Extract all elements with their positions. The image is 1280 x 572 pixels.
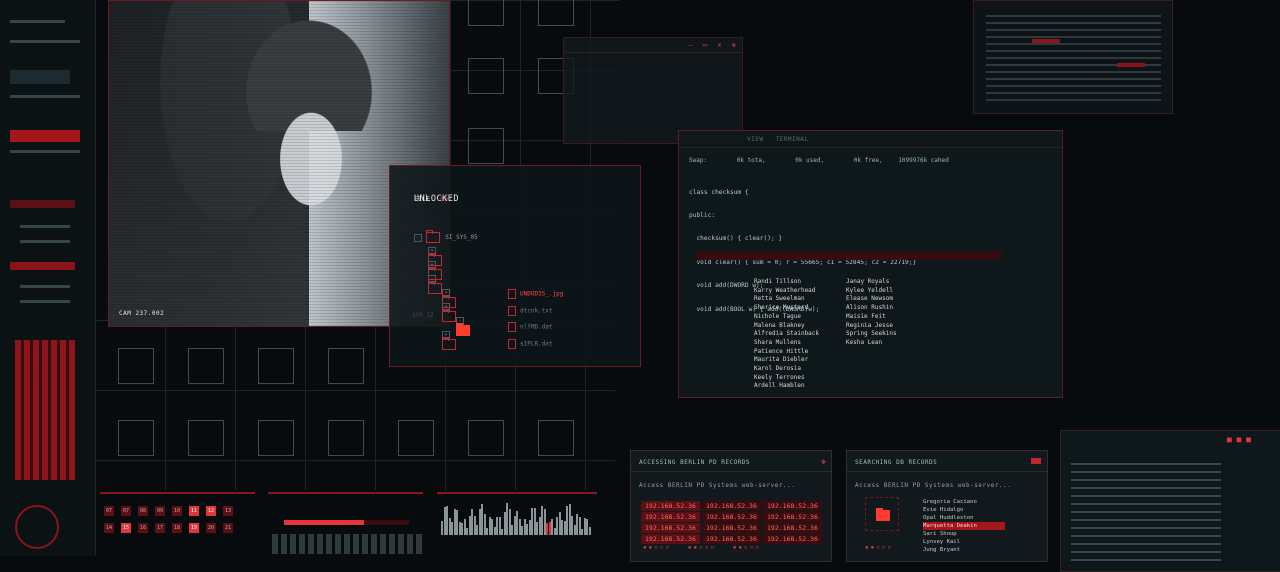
keypad-key[interactable]: 18: [172, 523, 182, 533]
file-item-selected[interactable]: UNDOD3S_.jpg: [508, 289, 563, 299]
tab-view[interactable]: VIEW: [747, 136, 763, 143]
tab-terminal[interactable]: TERMINAL: [776, 136, 809, 143]
names-column-2: Janay Royals Kylee Yeldell Elease Newsom…: [846, 278, 897, 346]
keypad-key[interactable]: 11: [189, 506, 199, 516]
highlight-bar: [697, 251, 1002, 260]
ip-column-1: 192.168.52.36 192.168.52.36 192.168.52.3…: [641, 501, 700, 545]
terminal-tabs: VIEW TERMINAL: [747, 136, 808, 143]
left-sidebar: [0, 0, 96, 556]
waveform-panel: [437, 492, 597, 558]
slider-panel: [268, 492, 423, 558]
keypad-key[interactable]: 13: [223, 506, 233, 516]
floating-window: – ▭ ✕ ✥: [563, 37, 743, 144]
keypad-key[interactable]: 16: [138, 523, 148, 533]
tree-node[interactable]: +: [442, 331, 456, 350]
file-icon: [508, 338, 516, 349]
search-names: Gregoria Caciano Evie Hidalgo Opal Huddl…: [923, 498, 1005, 554]
keypad-key[interactable]: 14: [104, 523, 114, 533]
folder-open-icon: [456, 323, 470, 336]
names-column-1: Randi Tillson Karry Weatherhead Retta Sw…: [754, 278, 820, 390]
keypad-key[interactable]: 17: [155, 523, 165, 533]
folder-icon: [425, 230, 440, 243]
cell-grid: [272, 534, 422, 554]
berlin-subtitle: Access BERLIN PD Systems web-server...: [639, 482, 796, 489]
root-folder-label: SI_SYS_05: [445, 234, 478, 241]
unlocked-status: UNLOCKED: [414, 194, 459, 204]
highlighted-record[interactable]: Marquetta Deakin: [923, 522, 1005, 530]
slider-track[interactable]: [284, 520, 409, 525]
status-indicator: [1031, 458, 1041, 464]
file-item[interactable]: dtcnk.txt: [508, 305, 563, 316]
keypad-key[interactable]: 21: [223, 523, 233, 533]
waveform: [441, 500, 591, 535]
file-item[interactable]: sIPLR.dat: [508, 338, 563, 349]
berlin-records-panel: ACCESSING BERLIN PD RECORDS ✥ Access BER…: [630, 450, 832, 562]
progress-dots: ▪▪▫▫▫: [865, 544, 894, 551]
folder-icon: [442, 309, 456, 322]
waveform-bar: [588, 526, 591, 535]
keypad-key[interactable]: 15: [121, 523, 131, 533]
move-icon[interactable]: ✥: [821, 457, 826, 466]
keypad-key[interactable]: 07: [121, 506, 131, 516]
minimize-button[interactable]: –: [688, 41, 692, 49]
keypad-key[interactable]: 08: [138, 506, 148, 516]
keypad: 07 07 08 09 10 11 12 13 14 15 16 17 18 19 20 21: [100, 492, 255, 558]
folder-icon: [442, 337, 456, 350]
folder-icon: [876, 508, 890, 521]
terminal-window: VIEW TERMINAL Swap: 0k tota, 0k used, 0k…: [678, 130, 1063, 398]
tree-node[interactable]: +: [442, 303, 456, 322]
swap-line: Swap: 0k tota, 0k used, 0k free, 1099976…: [689, 157, 949, 164]
video-caption: CAM 237.002: [119, 310, 165, 317]
move-icon[interactable]: ✥: [732, 41, 736, 49]
window-controls: – ▭ ✕ ✥: [688, 41, 736, 49]
panel-icons: ■ ■ ■: [1226, 435, 1251, 444]
search-records-panel: SEARCHING DB RECORDS Access BERLIN PD Sy…: [846, 450, 1048, 562]
side-label: SYS_12: [412, 312, 434, 319]
file-icon: [508, 305, 516, 316]
keypad-key[interactable]: 19: [189, 523, 199, 533]
tree-node-selected[interactable]: -: [456, 317, 470, 336]
slider-fill: [284, 520, 364, 525]
keypad-key[interactable]: 20: [206, 523, 216, 533]
keypad-key[interactable]: 12: [206, 506, 216, 516]
keypad-key[interactable]: 10: [172, 506, 182, 516]
search-subtitle: Access BERLIN PD Systems web-server...: [855, 482, 1012, 489]
records-table-panel: [973, 0, 1173, 114]
tree-root[interactable]: - SI_SYS_05: [414, 230, 478, 243]
file-item[interactable]: nlfMD.dat: [508, 322, 563, 332]
maximize-button[interactable]: ▭: [703, 41, 707, 49]
ip-column-2: 192.168.52.36 192.168.52.36 192.168.52.3…: [702, 501, 761, 545]
search-target: [865, 497, 899, 531]
keypad-key[interactable]: 07: [104, 506, 114, 516]
search-title: SEARCHING DB RECORDS: [855, 459, 938, 466]
right-blurred-panel: ■ ■ ■: [1060, 430, 1280, 572]
file-icon: [508, 289, 516, 299]
tree-node[interactable]: -: [428, 275, 442, 294]
ip-column-3: 192.168.52.36 192.168.52.36 192.168.52.3…: [763, 501, 822, 545]
keypad-key[interactable]: 09: [155, 506, 165, 516]
berlin-title: ACCESSING BERLIN PD RECORDS: [639, 459, 751, 466]
close-button[interactable]: ✕: [717, 41, 721, 49]
progress-dots: ▪▪▫▫▫ ▪▪▫▫▫ ▪▪▫▫▫: [643, 544, 761, 551]
keypad-grid: 07 07 08 09 10 11 12 13 14 15 16 17 18 19 20 21: [104, 504, 254, 544]
file-icon: [508, 322, 516, 332]
file-window: FILE 007 UNLOCKED - SI_SYS_05 + + - + + …: [389, 165, 641, 367]
file-list: UNDOD3S_.jpg dtcnk.txt nlfMD.dat sIPLR.d…: [508, 289, 563, 349]
folder-icon: [428, 281, 442, 294]
